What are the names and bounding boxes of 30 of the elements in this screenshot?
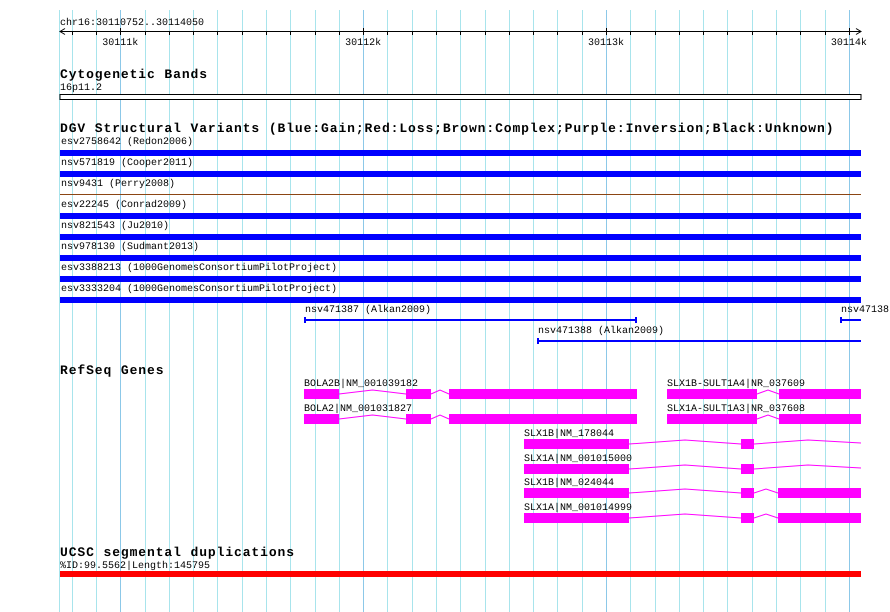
gene-label: BOLA2|NM_001031827 (304, 404, 412, 415)
ruler-label: 30111k (102, 38, 138, 49)
gene-label: SLX1A-SULT1A3|NR_037608 (667, 404, 806, 415)
variant-label: nsv978130 (Sudmant2013) (61, 242, 200, 253)
track-title: RefSeq Genes (60, 363, 164, 378)
variant-label: esv3333204 (1000GenomesConsortiumPilotProject) (61, 284, 338, 295)
gene-label: SLX1B|NM_024044 (524, 478, 614, 489)
variant-label: esv2758642 (Redon2006) (61, 137, 194, 148)
gene-label: SLX1B-SULT1A4|NR_037609 (667, 379, 806, 390)
track-title: Cytogenetic Bands (60, 67, 208, 82)
gene-label: SLX1A|NM_001014999 (524, 503, 632, 514)
variant-label: nsv471388 (Alkan2009) (538, 326, 664, 337)
track-title: DGV Structural Variants (Blue:Gain;Red:Loss;Brown:Complex;Purple:Inversion;Black:Unknown) (60, 121, 834, 136)
variant-label: esv22245 (Conrad2009) (61, 200, 188, 211)
gene-label: SLX1A|NM_001015000 (524, 454, 632, 465)
variant-label: nsv9431 (Perry2008) (61, 179, 176, 190)
gene-label: BOLA2B|NM_001039182 (304, 379, 418, 390)
ruler-label: 30113k (588, 38, 624, 49)
ruler-label: 30114k (830, 38, 867, 49)
variant-label: esv3388213 (1000GenomesConsortiumPilotProject) (61, 263, 338, 274)
variant-label: nsv47138 (841, 305, 890, 316)
ruler-label: 30112k (345, 38, 382, 49)
variant-label: nsv821543 (Ju2010) (61, 221, 170, 232)
track-title: UCSC segmental duplications (60, 545, 295, 560)
variant-label: nsv471387 (Alkan2009) (305, 305, 432, 316)
locus-label: chr16:30110752..30114050 (60, 18, 204, 29)
band-label: 16p11.2 (60, 83, 102, 94)
variant-label: nsv571819 (Cooper2011) (61, 158, 194, 169)
segdup-label: %ID:99.5562|Length:145795 (60, 561, 210, 572)
gene-label: SLX1B|NM_178044 (524, 429, 614, 440)
